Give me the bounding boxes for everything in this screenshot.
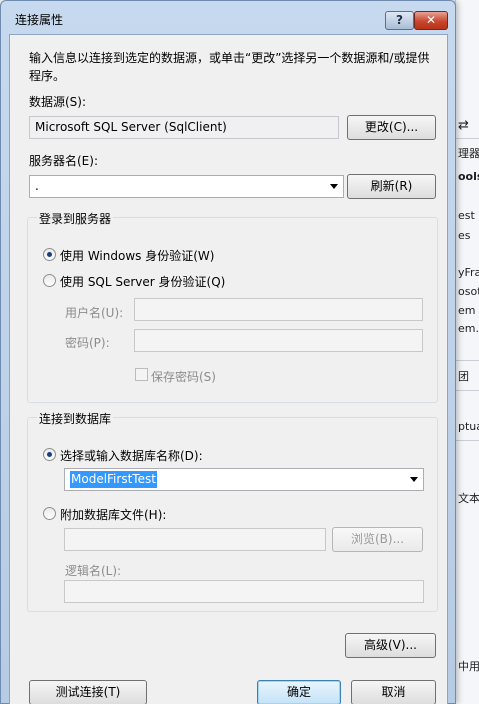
connection-properties-dialog: 连接属性 ? ✕ 输入信息以连接到选定的数据源，或单击“更改”选择另一个数据源和…	[0, 0, 456, 704]
close-icon: ✕	[425, 13, 437, 27]
attach-file-radio[interactable]	[43, 507, 56, 520]
save-password-label: 保存密码(S)	[151, 370, 216, 384]
background-text: yFra	[458, 266, 479, 279]
select-db-label[interactable]: 选择或输入数据库名称(D):	[60, 447, 203, 464]
background-text: 中用	[458, 660, 479, 673]
cancel-button[interactable]: 取消	[351, 680, 436, 704]
datasource-label: 数据源(S):	[29, 95, 87, 109]
chevron-down-icon[interactable]	[410, 477, 418, 482]
help-icon: ?	[396, 13, 403, 27]
password-input	[134, 329, 423, 352]
chevron-down-icon[interactable]	[330, 184, 338, 189]
server-name-value: .	[35, 179, 39, 193]
dialog-body: 输入信息以连接到选定的数据源，或单击“更改”选择另一个数据源和/或提供程序。 数…	[9, 34, 448, 704]
advanced-button[interactable]: 高级(V)...	[345, 633, 436, 658]
background-text: ptua	[458, 420, 479, 433]
server-name-combobox[interactable]: .	[29, 175, 344, 198]
swap-arrows-icon: ⇄	[458, 118, 469, 133]
database-name-combobox[interactable]: ModelFirstTest	[64, 468, 424, 491]
browse-button: 浏览(B)...	[332, 527, 423, 552]
windows-auth-label[interactable]: 使用 Windows 身份验证(W)	[60, 247, 214, 264]
attach-file-input	[64, 528, 326, 551]
logical-name-input	[64, 580, 424, 603]
database-name-value: ModelFirstTest	[70, 471, 157, 488]
ok-button[interactable]: 确定	[257, 680, 341, 704]
test-connection-button[interactable]: 测试连接(T)	[29, 680, 147, 704]
datasource-field: Microsoft SQL Server (SqlClient)	[29, 116, 339, 139]
save-password-checkbox	[135, 368, 148, 381]
background-text: est	[458, 209, 475, 222]
dialog-title: 连接属性	[15, 13, 64, 27]
background-text: 理器	[458, 147, 479, 160]
background-text: es	[458, 229, 471, 242]
windows-auth-radio[interactable]	[43, 248, 56, 261]
username-input	[134, 298, 423, 321]
attach-file-label[interactable]: 附加数据库文件(H):	[60, 506, 166, 523]
sql-auth-radio[interactable]	[43, 274, 56, 287]
title-bar[interactable]: 连接属性 ? ✕	[1, 1, 455, 33]
datasource-value: Microsoft SQL Server (SqlClient)	[35, 120, 227, 134]
background-text: em.C	[458, 322, 479, 335]
instruction-text: 输入信息以连接到选定的数据源，或单击“更改”选择另一个数据源和/或提供程序。	[29, 51, 430, 83]
help-button[interactable]: ?	[385, 11, 414, 30]
sql-auth-label[interactable]: 使用 SQL Server 身份验证(Q)	[60, 273, 225, 290]
background-text: osot	[458, 285, 479, 298]
change-button[interactable]: 更改(C)...	[347, 115, 436, 140]
login-group-title: 登录到服务器	[37, 210, 114, 227]
background-text: ools	[458, 170, 479, 183]
background-ide-panel: ⇄ 理器 ools est es yFra osot em em.C 团 ptu…	[455, 0, 479, 704]
background-text: 团	[458, 370, 469, 383]
username-label: 用户名(U):	[65, 306, 124, 320]
password-label: 密码(P):	[65, 336, 110, 350]
database-group-title: 连接到数据库	[37, 410, 114, 427]
server-label: 服务器名(E):	[29, 154, 98, 168]
refresh-button[interactable]: 刷新(R)	[347, 174, 436, 199]
background-text: 文本	[458, 492, 479, 505]
select-db-radio[interactable]	[43, 448, 56, 461]
background-text: em	[458, 304, 476, 317]
close-button[interactable]: ✕	[414, 11, 448, 30]
logical-name-label: 逻辑名(L):	[65, 564, 122, 578]
